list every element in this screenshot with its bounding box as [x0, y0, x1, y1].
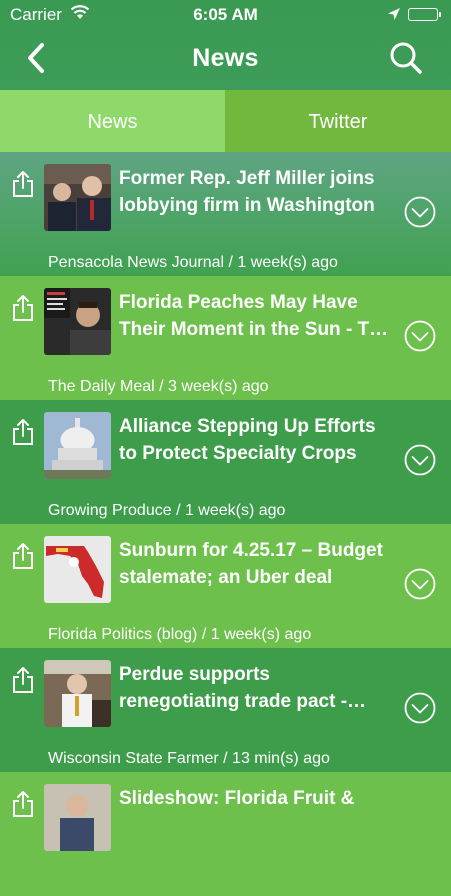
list-item[interactable]: Slideshow: Florida Fruit &: [0, 772, 451, 896]
status-bar: Carrier 6:05 AM: [0, 0, 451, 30]
article-source: Growing Produce / 1 week(s) ago: [48, 502, 286, 519]
article-headline[interactable]: Perdue supports renegotiating trade pact…: [119, 661, 394, 715]
share-icon[interactable]: [11, 790, 35, 818]
share-icon[interactable]: [11, 294, 35, 322]
chevron-down-circle-icon[interactable]: [404, 692, 436, 724]
chevron-down-circle-icon[interactable]: [404, 320, 436, 352]
page-title: News: [192, 44, 259, 72]
chevron-down-circle-icon[interactable]: [404, 444, 436, 476]
share-icon[interactable]: [11, 418, 35, 446]
tab-twitter[interactable]: Twitter: [225, 90, 451, 152]
article-thumbnail: [44, 660, 111, 727]
location-icon: [387, 6, 401, 26]
article-source: Pensacola News Journal / 1 week(s) ago: [48, 254, 338, 271]
list-item[interactable]: Former Rep. Jeff Miller joins lobbying f…: [0, 152, 451, 276]
share-icon[interactable]: [11, 542, 35, 570]
search-icon: [390, 42, 422, 74]
tab-news[interactable]: News: [0, 90, 225, 152]
clock: 6:05 AM: [193, 5, 258, 24]
article-thumbnail: [44, 288, 111, 355]
article-thumbnail: [44, 536, 111, 603]
article-source: The Daily Meal / 3 week(s) ago: [48, 378, 269, 395]
article-headline[interactable]: Sunburn for 4.25.17 – Budget stalemate; …: [119, 537, 394, 591]
article-thumbnail: [44, 412, 111, 479]
battery-icon: [408, 8, 441, 21]
list-item[interactable]: Perdue supports renegotiating trade pact…: [0, 648, 451, 772]
article-headline[interactable]: Former Rep. Jeff Miller joins lobbying f…: [119, 165, 394, 219]
app-header: Carrier 6:05 AM News: [0, 0, 451, 90]
chevron-down-circle-icon[interactable]: [404, 196, 436, 228]
list-item[interactable]: Florida Peaches May Have Their Moment in…: [0, 276, 451, 400]
news-list: Former Rep. Jeff Miller joins lobbying f…: [0, 152, 451, 896]
share-icon[interactable]: [11, 666, 35, 694]
tab-bar: News Twitter: [0, 90, 451, 152]
chevron-down-circle-icon[interactable]: [404, 568, 436, 600]
share-icon[interactable]: [11, 170, 35, 198]
article-source: Wisconsin State Farmer / 13 min(s) ago: [48, 750, 330, 767]
article-headline[interactable]: Alliance Stepping Up Efforts to Protect …: [119, 413, 394, 467]
article-headline[interactable]: Florida Peaches May Have Their Moment in…: [119, 289, 394, 343]
list-item[interactable]: Sunburn for 4.25.17 – Budget stalemate; …: [0, 524, 451, 648]
list-item[interactable]: Alliance Stepping Up Efforts to Protect …: [0, 400, 451, 524]
article-headline[interactable]: Slideshow: Florida Fruit &: [119, 785, 394, 812]
article-thumbnail: [44, 784, 111, 851]
article-source: Florida Politics (blog) / 1 week(s) ago: [48, 626, 312, 643]
article-thumbnail: [44, 164, 111, 231]
search-button[interactable]: [386, 40, 426, 76]
